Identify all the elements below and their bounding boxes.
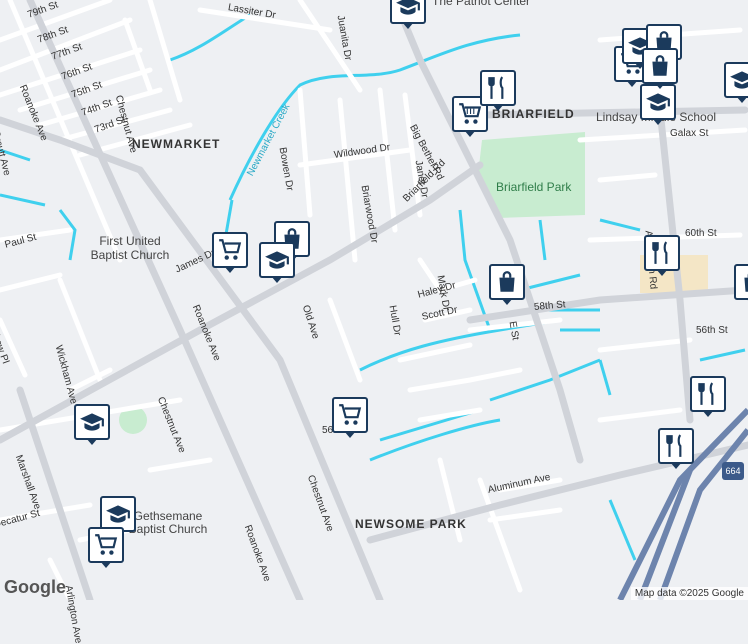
marker-school[interactable] <box>724 62 748 103</box>
marker-cart[interactable] <box>88 527 124 568</box>
restaurant-icon <box>698 382 714 405</box>
marker-bag[interactable] <box>734 264 748 305</box>
school-icon <box>265 251 289 269</box>
marker-cart[interactable] <box>332 397 368 438</box>
shopping-bag-icon <box>499 271 515 292</box>
marker-bag[interactable] <box>642 48 678 89</box>
marker-restaurant[interactable] <box>644 235 680 276</box>
shopping-cart-icon <box>459 103 482 124</box>
marker-school[interactable] <box>390 0 426 29</box>
shopping-bag-icon <box>652 55 668 76</box>
interstate-shield: 664 <box>722 462 744 480</box>
restaurant-icon <box>666 434 682 457</box>
marker-restaurant[interactable] <box>480 70 516 111</box>
restaurant-icon <box>652 241 668 264</box>
marker-cart[interactable] <box>212 232 248 273</box>
area-label-newmarket: NEWMARKET <box>132 137 221 151</box>
shopping-cart-icon <box>95 534 118 555</box>
google-logo: Google <box>4 577 66 597</box>
marker-restaurant[interactable] <box>658 428 694 469</box>
marker-bag[interactable] <box>489 264 525 305</box>
marker-school[interactable] <box>640 84 676 125</box>
marker-school[interactable] <box>74 404 110 445</box>
park-label-briarfield-park: Briarfield Park <box>496 180 572 194</box>
area-label-briarfield: BRIARFIELD <box>492 107 575 121</box>
marker-school[interactable] <box>259 242 295 283</box>
school-icon <box>730 71 748 89</box>
poi-label-patriot-center[interactable]: The Patriot Center <box>432 0 530 8</box>
street-label: 56th St <box>696 325 728 336</box>
school-icon <box>106 505 130 523</box>
marker-restaurant[interactable] <box>690 376 726 417</box>
shopping-cart-icon <box>339 404 362 425</box>
street-label: Galax St <box>670 128 709 139</box>
poi-label-first-united-baptist[interactable]: First United Baptist Church <box>90 234 170 262</box>
area-label-newsome-park: NEWSOME PARK <box>355 517 467 531</box>
school-icon <box>646 93 670 111</box>
shopping-bag-icon <box>744 273 748 292</box>
street-label: 60th St <box>685 228 717 239</box>
map-attribution[interactable]: Map data ©2025 Google <box>630 587 748 600</box>
shopping-cart-icon <box>219 239 242 260</box>
school-icon <box>396 0 420 15</box>
restaurant-icon <box>488 76 504 99</box>
school-icon <box>80 413 104 431</box>
